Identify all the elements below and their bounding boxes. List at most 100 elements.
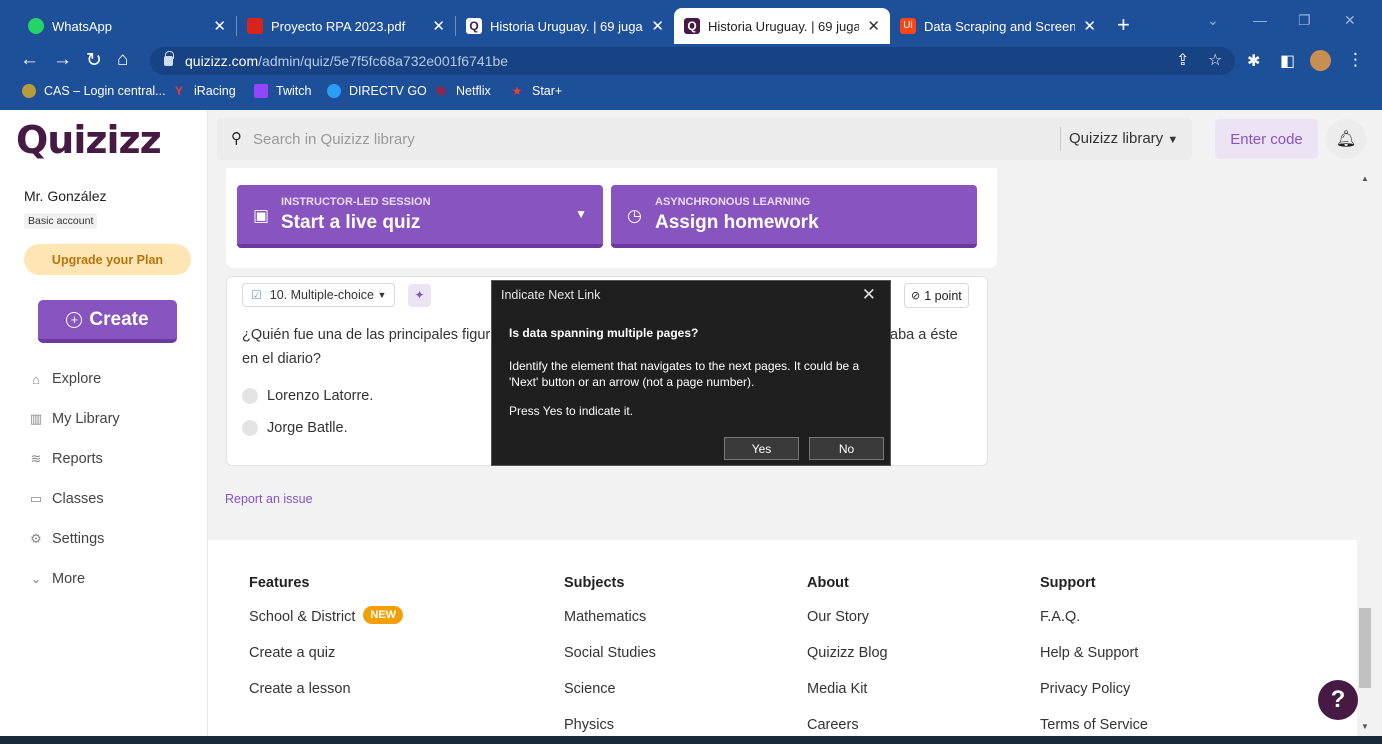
library-select[interactable]: Quizizz library ▼ bbox=[1069, 130, 1178, 147]
tab-quizizz-1[interactable]: Q Historia Uruguay. | 69 jugada ✕ bbox=[456, 8, 674, 44]
sidebar-item-my-library[interactable]: ▥ My Library bbox=[28, 411, 120, 427]
action-label: Start a live quiz bbox=[281, 212, 421, 233]
reports-icon: ≋ bbox=[30, 451, 42, 466]
footer-link[interactable]: School & District NEW bbox=[249, 606, 404, 645]
close-icon[interactable]: ✕ bbox=[867, 17, 880, 35]
close-icon[interactable]: ✕ bbox=[213, 17, 226, 35]
close-icon[interactable]: ✕ bbox=[651, 17, 664, 35]
scroll-down-icon[interactable]: ▼ bbox=[1361, 722, 1369, 731]
question-mark-icon: ? bbox=[1330, 686, 1346, 713]
avatar[interactable] bbox=[1310, 50, 1331, 71]
starplus-icon: ★ bbox=[511, 84, 523, 98]
start-live-quiz-button[interactable]: ▣ INSTRUCTOR-LED SESSION Start a live qu… bbox=[237, 185, 603, 248]
sidebar-item-classes[interactable]: ▭ Classes bbox=[28, 491, 104, 507]
user-name[interactable]: Mr. González bbox=[24, 188, 106, 204]
chevron-down-icon: ⌄ bbox=[30, 571, 42, 586]
points-select[interactable]: ⊘ 1 point bbox=[904, 283, 969, 308]
account-badge: Basic account bbox=[24, 213, 98, 229]
search-input[interactable] bbox=[253, 128, 1033, 150]
footer-link[interactable]: Media Kit bbox=[807, 681, 888, 717]
cas-icon bbox=[22, 84, 36, 98]
bookmark-label: Netflix bbox=[456, 84, 491, 98]
twitch-icon bbox=[254, 84, 268, 98]
create-button[interactable]: + Create bbox=[38, 300, 177, 343]
menu-icon[interactable]: ⋮ bbox=[1347, 50, 1364, 70]
magic-wand-icon[interactable]: ✦ bbox=[408, 284, 431, 307]
dialog-title: Indicate Next Link bbox=[501, 288, 601, 302]
bookmark-directv[interactable]: DIRECTV GO bbox=[327, 84, 427, 98]
window-close-icon[interactable]: ✕ bbox=[1344, 12, 1356, 29]
footer-link[interactable]: Science bbox=[564, 681, 656, 717]
footer-link[interactable]: Social Studies bbox=[564, 645, 656, 681]
url-bar[interactable]: quizizz.com/admin/quiz/5e7f5fc68a732e001… bbox=[150, 47, 1235, 75]
sidebar-item-settings[interactable]: ⚙ Settings bbox=[28, 531, 104, 547]
bookmark-twitch[interactable]: Twitch bbox=[254, 84, 311, 98]
sidebar-item-more[interactable]: ⌄ More bbox=[28, 571, 86, 587]
quizizz-icon: Q bbox=[684, 18, 700, 34]
back-icon[interactable]: ← bbox=[20, 49, 39, 71]
sidebar: Quizizz Mr. González Basic account Upgra… bbox=[0, 110, 208, 744]
caret-down-icon[interactable]: ▼ bbox=[575, 207, 587, 221]
tab-whatsapp[interactable]: WhatsApp ✕ bbox=[18, 8, 236, 44]
home-icon[interactable]: ⌂ bbox=[117, 49, 128, 71]
bell-icon[interactable]: 🔔︎ bbox=[1326, 119, 1366, 159]
sidebar-item-label: Reports bbox=[52, 451, 103, 467]
sidebar-item-label: Classes bbox=[52, 491, 104, 507]
footer-link[interactable]: Create a quiz bbox=[249, 645, 403, 681]
footer-link[interactable]: F.A.Q. bbox=[1040, 609, 1148, 645]
footer-link[interactable]: Privacy Policy bbox=[1040, 681, 1148, 717]
scroll-up-icon[interactable]: ▲ bbox=[1361, 174, 1369, 183]
bookmark-label: Twitch bbox=[276, 84, 312, 98]
explore-icon: ⌂ bbox=[32, 371, 40, 387]
assign-homework-button[interactable]: ◷ ASYNCHRONOUS LEARNING Assign homework bbox=[611, 185, 977, 248]
minimize-icon[interactable]: — bbox=[1253, 12, 1267, 28]
bookmark-label: iRacing bbox=[194, 84, 236, 98]
search-bar: ⚲ Quizizz library ▼ bbox=[217, 118, 1192, 160]
footer-link[interactable]: Quizizz Blog bbox=[807, 645, 888, 681]
footer-link[interactable]: Our Story bbox=[807, 609, 888, 645]
tab-search-icon[interactable]: ⌄ bbox=[1207, 12, 1219, 29]
plus-icon: + bbox=[66, 311, 83, 328]
upgrade-plan-button[interactable]: Upgrade your Plan bbox=[24, 244, 191, 275]
scrollbar-thumb[interactable] bbox=[1359, 608, 1371, 688]
footer-link[interactable]: Mathematics bbox=[564, 609, 656, 645]
bookmark-starplus[interactable]: ★ Star+ bbox=[510, 84, 563, 98]
footer-link[interactable]: Create a lesson bbox=[249, 681, 403, 717]
bookmark-iracing[interactable]: YiRacing bbox=[172, 84, 236, 98]
footer-column-subjects: Subjects Mathematics Social Studies Scie… bbox=[564, 575, 656, 744]
star-icon[interactable]: ☆ bbox=[1208, 50, 1222, 70]
tab-quizizz-active[interactable]: Q Historia Uruguay. | 69 jugada ✕ bbox=[674, 8, 890, 44]
tab-title: Historia Uruguay. | 69 jugada bbox=[490, 18, 644, 34]
close-icon[interactable]: ✕ bbox=[1083, 17, 1096, 35]
yes-button[interactable]: Yes bbox=[724, 437, 799, 460]
share-icon[interactable]: ⇪ bbox=[1176, 50, 1189, 70]
restore-icon[interactable]: ❐ bbox=[1298, 12, 1311, 29]
caret-down-icon: ▼ bbox=[377, 290, 387, 300]
quizizz-logo[interactable]: Quizizz bbox=[16, 118, 162, 162]
help-button[interactable]: ? bbox=[1318, 680, 1358, 720]
sidebar-item-reports[interactable]: ≋ Reports bbox=[28, 451, 103, 467]
close-icon[interactable]: ✕ bbox=[432, 17, 445, 35]
tab-uipath[interactable]: Ui Data Scraping and Screen Sc ✕ bbox=[890, 8, 1106, 44]
check-circle-icon: ⊘ bbox=[911, 290, 921, 302]
report-issue-link[interactable]: Report an issue bbox=[225, 492, 313, 506]
new-tab-icon[interactable]: + bbox=[1117, 12, 1130, 38]
tab-pdf[interactable]: Proyecto RPA 2023.pdf ✕ bbox=[237, 8, 455, 44]
question-type-select[interactable]: ☑ 10. Multiple-choice ▼ bbox=[242, 283, 396, 307]
reload-icon[interactable]: ↻ bbox=[86, 49, 102, 72]
tab-title: Proyecto RPA 2023.pdf bbox=[271, 18, 406, 34]
bookmark-netflix[interactable]: N Netflix bbox=[434, 84, 491, 98]
sidebar-item-explore[interactable]: ⌂ Explore bbox=[28, 371, 101, 387]
bookmark-cas[interactable]: CAS – Login central... bbox=[22, 84, 166, 98]
extensions-icon[interactable]: ✱ bbox=[1247, 51, 1260, 71]
enter-code-button[interactable]: Enter code bbox=[1215, 119, 1318, 159]
option-label: Jorge Batlle. bbox=[267, 420, 348, 436]
footer-link[interactable]: Help & Support bbox=[1040, 645, 1148, 681]
quiz-actions-card: ▣ INSTRUCTOR-LED SESSION Start a live qu… bbox=[226, 168, 997, 268]
forward-icon[interactable]: → bbox=[53, 49, 72, 71]
side-panel-icon[interactable]: ◧ bbox=[1280, 51, 1295, 71]
close-icon[interactable]: ✕ bbox=[862, 285, 876, 305]
page-scrollbar[interactable]: ▲ ▼ bbox=[1357, 170, 1373, 744]
footer: Features School & District NEW Create a q… bbox=[208, 540, 1357, 744]
no-button[interactable]: No bbox=[809, 437, 884, 460]
